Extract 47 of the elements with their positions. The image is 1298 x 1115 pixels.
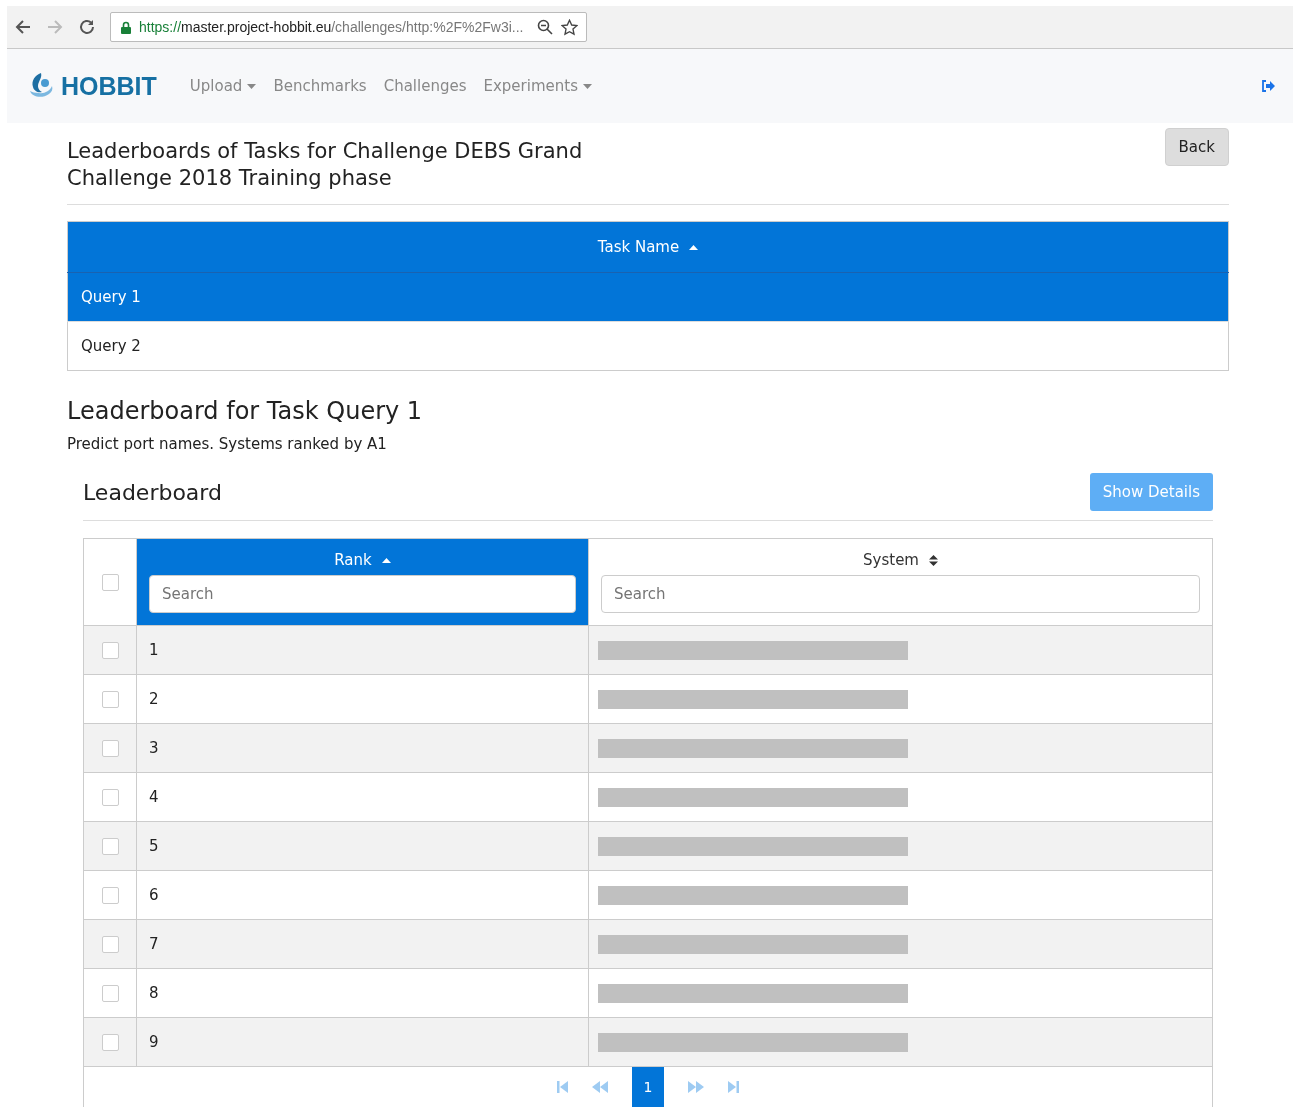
checkbox[interactable]	[101, 740, 119, 757]
search-field[interactable]: Search	[149, 575, 576, 613]
next-page-icon[interactable]	[688, 1081, 704, 1093]
section-heading: Leaderboard for Task Query 1	[67, 397, 424, 425]
checkbox[interactable]	[101, 936, 119, 953]
last-page-icon[interactable]	[728, 1081, 739, 1093]
address-bar[interactable]: https://master.project-hobbit.eu/challenges/http:%2F%2Fw3i...	[110, 12, 588, 42]
page-title: Leaderboards of Tasks for Challenge DEBS Grand Challenge 2018 Training phase	[67, 138, 584, 192]
back-arrow-icon[interactable]	[14, 18, 32, 36]
forward-arrow-icon[interactable]	[46, 18, 64, 36]
task-row[interactable]: Query 1	[67, 272, 1229, 322]
table-cell: 7	[136, 919, 589, 969]
url-text: https://master.project-hobbit.eu/challenges/http:%2F%2Fw3i...	[139, 19, 524, 35]
brand-name[interactable]: HOBBIT	[61, 71, 157, 101]
table-cell: 3	[136, 723, 589, 773]
back-button[interactable]: Back	[1164, 128, 1229, 166]
checkbox[interactable]	[101, 789, 119, 806]
column-header[interactable]: System Search	[588, 538, 1213, 626]
checkbox[interactable]	[101, 887, 119, 904]
nav-link[interactable]: Challenges	[383, 77, 467, 95]
checkbox[interactable]	[101, 574, 119, 591]
logout-icon[interactable]	[1261, 80, 1275, 92]
star-icon[interactable]	[561, 18, 579, 36]
checkbox[interactable]	[101, 642, 119, 659]
table-cell: 9	[136, 1017, 589, 1067]
first-page-icon[interactable]	[557, 1081, 568, 1093]
task-row[interactable]: Query 2	[67, 321, 1229, 371]
search-field[interactable]: Search	[601, 575, 1200, 613]
checkbox[interactable]	[101, 838, 119, 855]
zoom-out-icon[interactable]	[537, 19, 554, 35]
reload-icon[interactable]	[78, 18, 96, 36]
checkbox[interactable]	[101, 1034, 119, 1051]
nav-link[interactable]: Upload	[189, 77, 257, 95]
table-cell: 5	[136, 821, 589, 871]
checkbox[interactable]	[101, 985, 119, 1002]
column-header[interactable]: Task Name	[67, 221, 1229, 273]
show-details-button[interactable]: Show Details	[1089, 473, 1213, 511]
page-button[interactable]: 1	[632, 1067, 664, 1107]
card-title: Leaderboard	[83, 479, 222, 505]
padlock-icon	[121, 20, 131, 34]
task-description: Predict port names. Systems ranked by A1	[67, 435, 388, 453]
nav-link[interactable]: Benchmarks	[273, 77, 367, 95]
table-cell: 1	[136, 625, 589, 675]
checkbox[interactable]	[101, 691, 119, 708]
previous-page-icon[interactable]	[592, 1081, 608, 1093]
column-header[interactable]: Rank Search	[136, 538, 589, 626]
nav-link[interactable]: Experiments	[483, 77, 592, 95]
